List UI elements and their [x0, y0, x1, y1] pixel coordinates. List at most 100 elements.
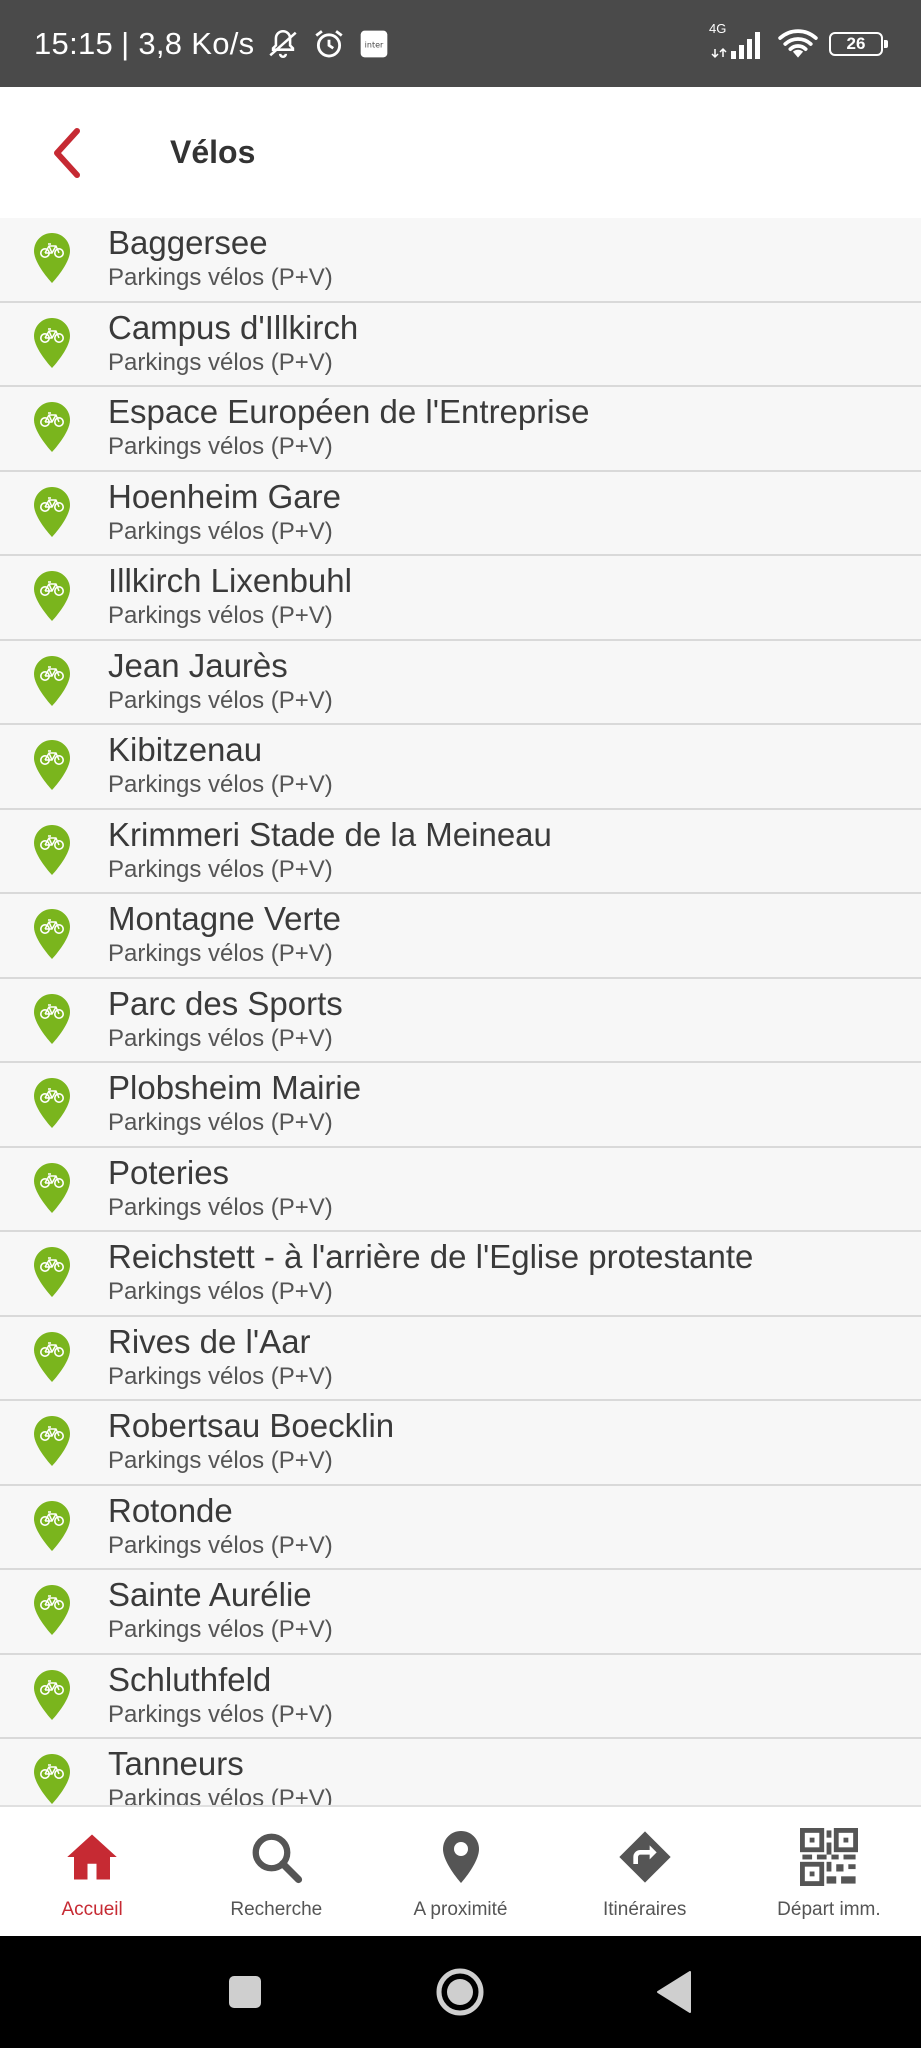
chevron-left-icon	[54, 128, 80, 178]
home-button[interactable]	[434, 1966, 486, 2018]
list-item[interactable]: Schluthfeld Parkings vélos (P+V)	[0, 1655, 921, 1739]
list-item[interactable]: Espace Européen de l'Entreprise Parkings…	[0, 387, 921, 472]
bell-off-icon	[266, 27, 300, 61]
list-item[interactable]: Montagne Verte Parkings vélos (P+V)	[0, 894, 921, 979]
list-item-type: Parkings vélos (P+V)	[108, 1447, 333, 1474]
triangle-back-icon	[657, 1971, 691, 2013]
station-list[interactable]: Baggersee Parkings vélos (P+V) Campus d'…	[0, 218, 921, 1805]
inter-app-icon: inter	[358, 28, 390, 60]
bicycle-pin-icon	[34, 402, 70, 452]
list-item[interactable]: Illkirch Lixenbuhl Parkings vélos (P+V)	[0, 556, 921, 641]
bicycle-pin-icon	[34, 1754, 70, 1804]
list-item[interactable]: Rives de l'Aar Parkings vélos (P+V)	[0, 1317, 921, 1401]
bicycle-pin-icon	[34, 1669, 70, 1720]
qr-code-icon	[799, 1827, 859, 1887]
list-item-type: Parkings vélos (P+V)	[108, 1785, 333, 1805]
status-right: 4G 26	[709, 0, 888, 87]
bicycle-pin-icon	[34, 740, 70, 790]
system-nav-bar	[0, 1936, 921, 2048]
list-item[interactable]: Krimmeri Stade de la Meineau Parkings vé…	[0, 810, 921, 894]
alarm-icon	[312, 27, 346, 61]
wifi-icon	[777, 27, 819, 61]
list-item-type: Parkings vélos (P+V)	[108, 1362, 333, 1390]
list-item-name: Espace Européen de l'Entreprise	[108, 393, 590, 430]
list-item-name: Rives de l'Aar	[108, 1322, 311, 1360]
bicycle-pin-icon	[34, 1078, 70, 1128]
list-item-name: Krimmeri Stade de la Meineau	[108, 815, 552, 853]
bicycle-pin-icon	[34, 655, 70, 706]
bicycle-pin-icon	[34, 1162, 70, 1213]
list-item[interactable]: Reichstett - à l'arrière de l'Eglise pro…	[0, 1232, 921, 1317]
nav-label-itineraires: Itinéraires	[603, 1899, 687, 1920]
circle-icon	[436, 1968, 484, 2016]
bicycle-pin-icon	[34, 1500, 70, 1551]
nav-depart-imm[interactable]: Départ imm.	[737, 1807, 921, 1936]
location-pin-icon	[431, 1827, 491, 1887]
recents-button[interactable]	[219, 1966, 271, 2018]
nav-itineraires[interactable]: Itinéraires	[553, 1807, 737, 1936]
list-item-name: Parc des Sports	[108, 984, 343, 1022]
list-item-type: Parkings vélos (P+V)	[108, 517, 333, 545]
list-item[interactable]: Campus d'Illkirch Parkings vélos (P+V)	[0, 303, 921, 387]
status-time: 15:15	[34, 25, 114, 61]
status-left: 15:15 | 3,8 Ko/s inter	[34, 0, 390, 87]
battery-icon: 26	[829, 31, 888, 56]
list-item-name: Robertsau Boecklin	[108, 1407, 395, 1444]
bicycle-pin-icon	[34, 1331, 70, 1382]
list-item-type: Parkings vélos (P+V)	[108, 1109, 333, 1136]
list-item[interactable]: Hoenheim Gare Parkings vélos (P+V)	[0, 472, 921, 556]
back-button-system[interactable]	[648, 1966, 700, 2018]
list-item[interactable]: Rotonde Parkings vélos (P+V)	[0, 1486, 921, 1570]
network-type: 4G	[709, 20, 727, 36]
bicycle-pin-icon	[34, 1416, 70, 1466]
nav-proximite[interactable]: A proximité	[368, 1807, 552, 1936]
list-item[interactable]: Parc des Sports Parkings vélos (P+V)	[0, 979, 921, 1063]
bicycle-pin-icon	[34, 824, 70, 875]
nav-label-depart-imm: Départ imm.	[777, 1899, 881, 1920]
svg-text:inter: inter	[365, 40, 384, 49]
bicycle-pin-icon	[34, 571, 70, 621]
list-item-name: Jean Jaurès	[108, 646, 288, 684]
list-item[interactable]: Tanneurs Parkings vélos (P+V)	[0, 1739, 921, 1805]
nav-label-accueil: Accueil	[61, 1899, 123, 1920]
back-button[interactable]	[38, 123, 94, 183]
list-item-type: Parkings vélos (P+V)	[108, 348, 333, 376]
bicycle-pin-icon	[34, 993, 70, 1044]
bicycle-pin-icon	[34, 233, 70, 283]
list-item-name: Sainte Aurélie	[108, 1576, 312, 1613]
list-item-type: Parkings vélos (P+V)	[108, 433, 333, 460]
list-item[interactable]: Poteries Parkings vélos (P+V)	[0, 1148, 921, 1232]
bicycle-pin-icon	[34, 1585, 70, 1635]
signal-icon: 4G	[709, 21, 767, 61]
list-item[interactable]: Sainte Aurélie Parkings vélos (P+V)	[0, 1570, 921, 1655]
list-item-name: Poteries	[108, 1153, 230, 1191]
list-item-type: Parkings vélos (P+V)	[108, 771, 333, 798]
list-item-name: Kibitzenau	[108, 731, 263, 768]
search-icon	[246, 1827, 306, 1887]
nav-label-recherche: Recherche	[230, 1899, 323, 1920]
list-item-type: Parkings vélos (P+V)	[108, 1278, 333, 1305]
nav-accueil[interactable]: Accueil	[0, 1807, 184, 1936]
home-icon	[62, 1827, 122, 1887]
list-item[interactable]: Plobsheim Mairie Parkings vélos (P+V)	[0, 1063, 921, 1148]
list-item-type: Parkings vélos (P+V)	[108, 1531, 333, 1559]
list-item[interactable]: Robertsau Boecklin Parkings vélos (P+V)	[0, 1401, 921, 1486]
list-item-type: Parkings vélos (P+V)	[108, 1024, 333, 1052]
square-icon	[229, 1976, 261, 2008]
list-item[interactable]: Kibitzenau Parkings vélos (P+V)	[0, 725, 921, 810]
status-speed: | 3,8 Ko/s	[121, 25, 255, 61]
list-item-name: Baggersee	[108, 224, 268, 261]
list-item-type: Parkings vélos (P+V)	[108, 855, 333, 883]
directions-icon	[615, 1827, 675, 1887]
list-item-name: Montagne Verte	[108, 900, 341, 937]
list-item[interactable]: Baggersee Parkings vélos (P+V)	[0, 218, 921, 303]
bicycle-pin-icon	[34, 909, 70, 959]
bicycle-pin-icon	[34, 1247, 70, 1297]
nav-recherche[interactable]: Recherche	[184, 1807, 368, 1936]
bicycle-pin-icon	[34, 317, 70, 368]
list-item-type: Parkings vélos (P+V)	[108, 1193, 333, 1221]
list-item-name: Campus d'Illkirch	[108, 308, 359, 346]
list-item-type: Parkings vélos (P+V)	[108, 1616, 333, 1643]
list-item-type: Parkings vélos (P+V)	[108, 602, 333, 629]
list-item[interactable]: Jean Jaurès Parkings vélos (P+V)	[0, 641, 921, 725]
